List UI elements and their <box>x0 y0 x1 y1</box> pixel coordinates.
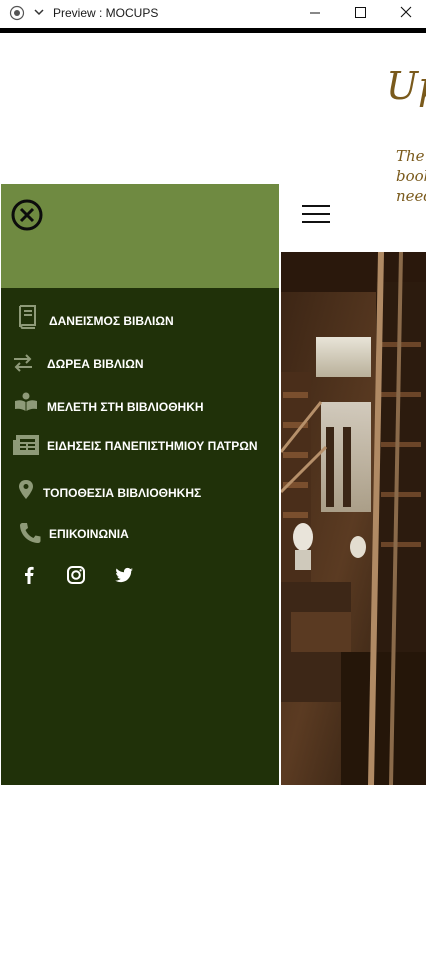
hamburger-menu-icon[interactable] <box>302 205 330 225</box>
app-icon <box>9 5 25 21</box>
close-window-button[interactable] <box>395 4 417 22</box>
menu-item-borrow[interactable]: ΔΑΝΕΙΣΜΟΣ ΒΙΒΛΙΩΝ <box>16 304 266 332</box>
hero-subtitle-line: need <box>396 187 426 205</box>
maximize-button[interactable] <box>349 4 371 22</box>
menu-item-study[interactable]: ΜΕΛΕΤΗ ΣΤΗ ΒΙΒΛΙΟΘΗΚΗ <box>12 392 262 418</box>
hero-heading: Up <box>386 64 426 108</box>
minimize-button[interactable] <box>304 4 326 22</box>
menu-item-donate[interactable]: ΔΩΡΕΑ ΒΙΒΛΙΩΝ <box>12 352 262 376</box>
menu-item-label: ΕΠΙΚΟΙΝΩΝΙΑ <box>49 527 129 541</box>
window-title: Preview : MOCUPS <box>53 6 159 20</box>
chevron-down-icon[interactable] <box>33 6 45 18</box>
hero-subtitle-line: book <box>396 167 426 185</box>
menu-item-location[interactable]: ΤΟΠΟΘΕΣΙΑ ΒΙΒΛΙΟΘΗΚΗΣ <box>18 480 268 504</box>
twitter-icon[interactable] <box>114 565 134 585</box>
menu-item-label: ΜΕΛΕΤΗ ΣΤΗ ΒΙΒΛΙΟΘΗΚΗ <box>47 400 204 414</box>
instagram-icon[interactable] <box>66 565 86 585</box>
menu-item-label: ΔΩΡΕΑ ΒΙΒΛΙΩΝ <box>47 357 144 371</box>
exchange-icon <box>14 354 32 372</box>
newspaper-icon <box>13 435 39 455</box>
menu-item-contact[interactable]: ΕΠΙΚΟΙΝΩΝΙΑ <box>18 522 268 546</box>
menu-item-label: ΤΟΠΟΘΕΣΙΑ ΒΙΒΛΙΟΘΗΚΗΣ <box>43 486 202 500</box>
menu-header <box>1 184 279 288</box>
facebook-icon[interactable] <box>19 565 39 585</box>
book-icon <box>19 305 36 329</box>
map-pin-icon <box>19 480 33 499</box>
window-titlebar: Preview : MOCUPS <box>0 0 426 28</box>
menu-item-label: ΔΑΝΕΙΣΜΟΣ ΒΙΒΛΙΩΝ <box>49 314 174 328</box>
menu-item-label: ΕΙΔΗΣΕΙΣ ΠΑΝΕΠΙΣΤΗΜΙΟΥ ΠΑΤΡΩΝ <box>47 439 258 453</box>
phone-icon <box>20 523 41 543</box>
hero-subtitle: The book need <box>396 146 426 206</box>
reader-icon <box>15 392 37 411</box>
library-photo <box>281 252 426 785</box>
menu-item-news[interactable]: ΕΙΔΗΣΕΙΣ ΠΑΝΕΠΙΣΤΗΜΙΟΥ ΠΑΤΡΩΝ <box>12 432 274 458</box>
hero-subtitle-line: The <box>396 147 425 165</box>
close-menu-button[interactable] <box>10 198 44 232</box>
